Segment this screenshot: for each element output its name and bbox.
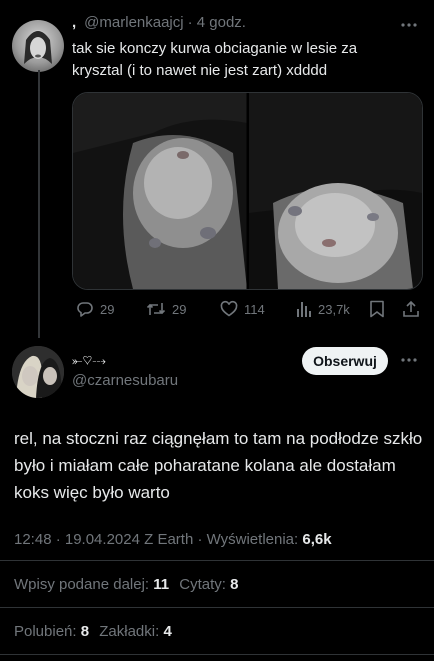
- reply-count: 29: [100, 301, 115, 317]
- tweet-meta: 12:48 · 19.04.2024 Z Earth · Wyświetleni…: [14, 531, 332, 548]
- photo-knees[interactable]: [73, 93, 422, 289]
- retweets-value: 11: [153, 576, 170, 593]
- thread-connector: [38, 70, 40, 338]
- display-name[interactable]: ,: [72, 14, 76, 31]
- like-icon: [220, 300, 238, 318]
- handle[interactable]: @marlenkaajcj: [84, 14, 183, 31]
- quotes-value: 8: [230, 576, 239, 593]
- avatar-portrait: [12, 346, 64, 398]
- tweet1-header: , @marlenkaajcj · 4 godz.: [72, 14, 246, 31]
- retweet-button[interactable]: 29: [146, 300, 186, 318]
- divider: [0, 607, 434, 608]
- display-name[interactable]: ⤜♡⤏: [72, 353, 106, 369]
- handle[interactable]: @czarnesubaru: [72, 372, 178, 389]
- avatar[interactable]: [12, 346, 64, 398]
- stats-row-likes: Polubień: 8 Zakładki: 4: [14, 623, 172, 640]
- retweet-icon: [146, 300, 166, 318]
- retweets-label[interactable]: Wpisy podane dalej:: [14, 576, 149, 593]
- timestamp[interactable]: · 4 godz.: [188, 14, 246, 31]
- likes-value: 8: [80, 623, 90, 640]
- views-button[interactable]: 23,7k: [296, 300, 350, 318]
- views-count: 23,7k: [318, 301, 350, 317]
- tweet-text: rel, na stoczni raz ciągnęłam to tam na …: [14, 429, 423, 502]
- reply-button[interactable]: 29: [76, 300, 114, 318]
- media-grid[interactable]: [72, 92, 423, 290]
- more-icon[interactable]: [400, 351, 418, 369]
- avatar[interactable]: [12, 20, 64, 72]
- follow-button[interactable]: Obserwuj: [302, 347, 388, 375]
- reply-icon: [76, 300, 94, 318]
- stats-row-reposts: Wpisy podane dalej: 11 Cytaty: 8: [14, 576, 239, 593]
- quotes-label[interactable]: Cytaty:: [179, 576, 226, 593]
- bookmarks-value: 4: [163, 623, 172, 640]
- bookmarks-label[interactable]: Zakładki:: [99, 623, 159, 640]
- like-count: 114: [244, 301, 265, 317]
- views-icon: [296, 300, 312, 318]
- meta-views-count: 6,6k: [302, 531, 332, 548]
- avatar-portrait: [24, 30, 52, 64]
- divider: [0, 560, 434, 561]
- divider: [0, 654, 434, 655]
- bookmark-icon[interactable]: [369, 300, 385, 318]
- tweet-text: tak sie konczy kurwa obciaganie w lesie …: [72, 40, 358, 79]
- meta-time-source: 12:48 · 19.04.2024 Z Earth · Wyświetleni…: [14, 531, 299, 548]
- likes-label[interactable]: Polubień:: [14, 623, 77, 640]
- retweet-count: 29: [172, 301, 187, 317]
- more-icon[interactable]: [400, 16, 418, 34]
- like-button[interactable]: 114: [220, 300, 265, 318]
- share-icon[interactable]: [402, 300, 420, 318]
